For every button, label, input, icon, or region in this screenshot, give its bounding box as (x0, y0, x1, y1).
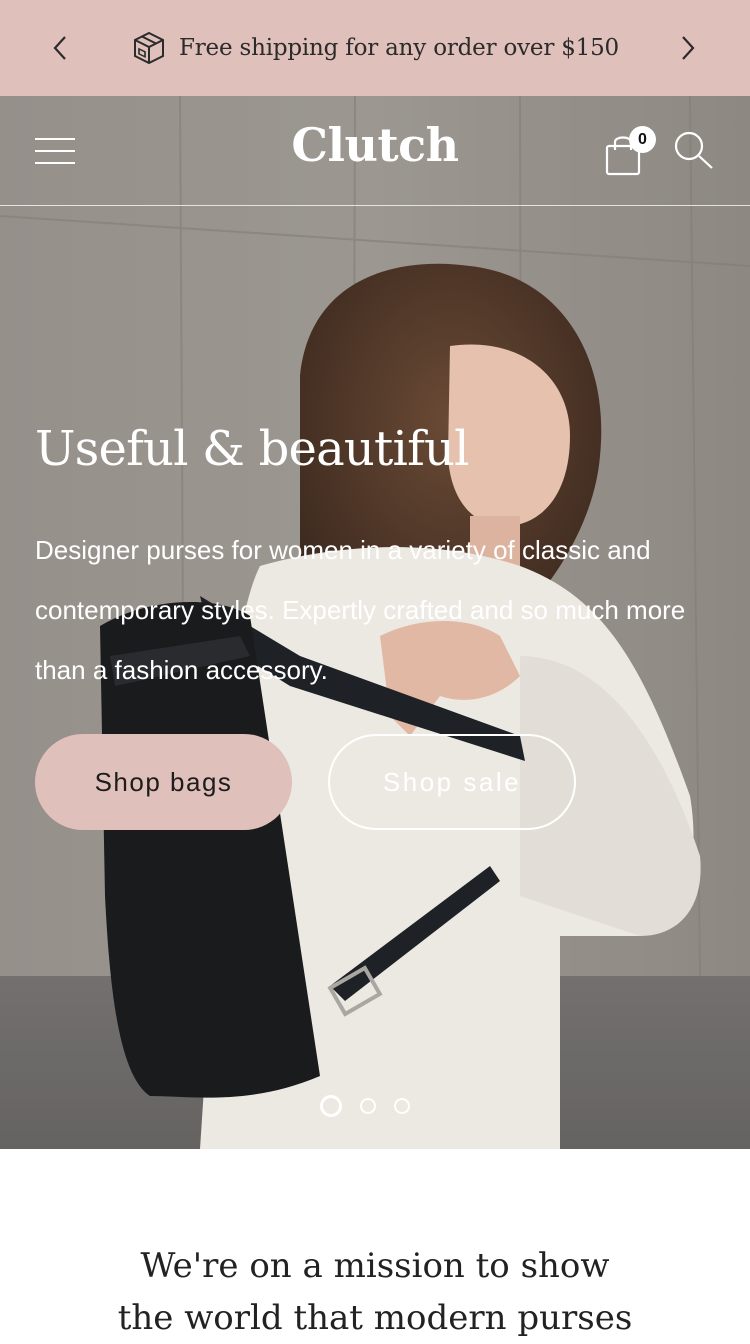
slideshow-pagination (320, 1094, 410, 1118)
hero-description: Designer purses for women in a variety o… (35, 535, 686, 685)
announcement-bar: Free shipping for any order over $150 (0, 0, 750, 96)
shop-sale-button[interactable]: Shop sale (328, 734, 576, 830)
mission-line-1: We're on a mission to show (140, 1246, 610, 1286)
mission-line-2: the world that modern purses (117, 1298, 633, 1338)
slide-dot-2[interactable] (360, 1098, 376, 1114)
slide-dot-1[interactable] (320, 1095, 342, 1117)
announcement-message: Free shipping for any order over $150 (0, 28, 750, 68)
slide-dot-3[interactable] (394, 1098, 410, 1114)
hero-title: Useful & beautiful (35, 421, 470, 477)
shop-bags-button[interactable]: Shop bags (35, 734, 292, 830)
search-icon (674, 131, 713, 169)
announcement-text: Free shipping for any order over $150 (179, 35, 619, 61)
cart-count-badge: 0 (629, 126, 656, 153)
hero-slideshow: Clutch 0 Useful & beautiful Designer pur… (0, 96, 750, 1149)
mission-statement: We're on a mission to show the world tha… (0, 1240, 750, 1344)
chevron-right-icon (682, 36, 695, 60)
search-button[interactable] (672, 130, 716, 170)
site-header: Clutch 0 (0, 96, 750, 206)
cart-button[interactable]: 0 (604, 126, 656, 176)
announcement-next-button[interactable] (670, 30, 706, 66)
logo-text[interactable]: Clutch (291, 118, 459, 172)
package-box-icon (134, 31, 164, 65)
